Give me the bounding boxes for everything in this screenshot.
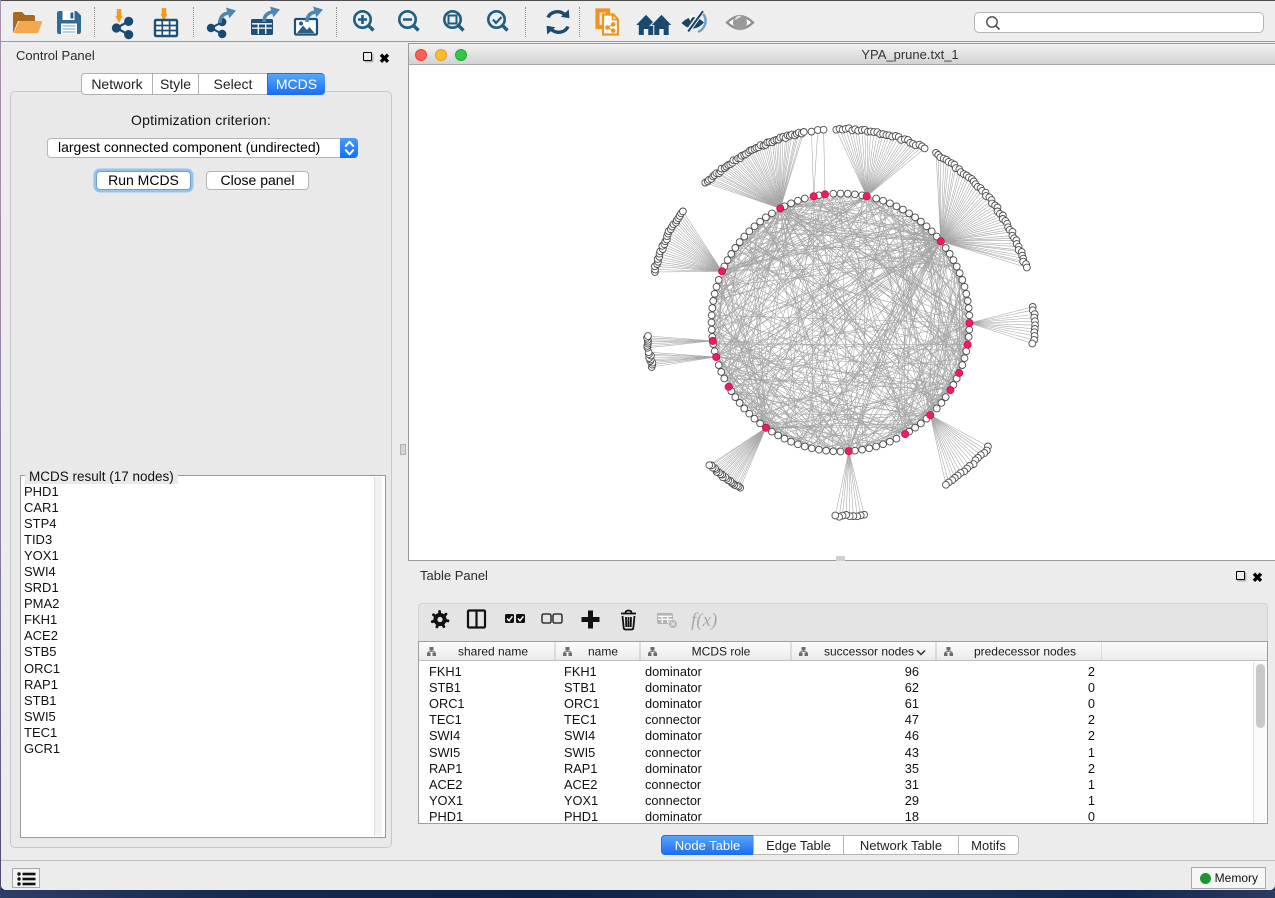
svg-text:predecessor nodes: predecessor nodes — [974, 645, 1076, 659]
svg-text:f(x): f(x) — [691, 610, 717, 631]
svg-text:shared name: shared name — [458, 645, 528, 659]
svg-text:name: name — [588, 645, 618, 659]
svg-text:successor nodes: successor nodes — [824, 645, 914, 659]
svg-text:MCDS role: MCDS role — [692, 645, 751, 659]
